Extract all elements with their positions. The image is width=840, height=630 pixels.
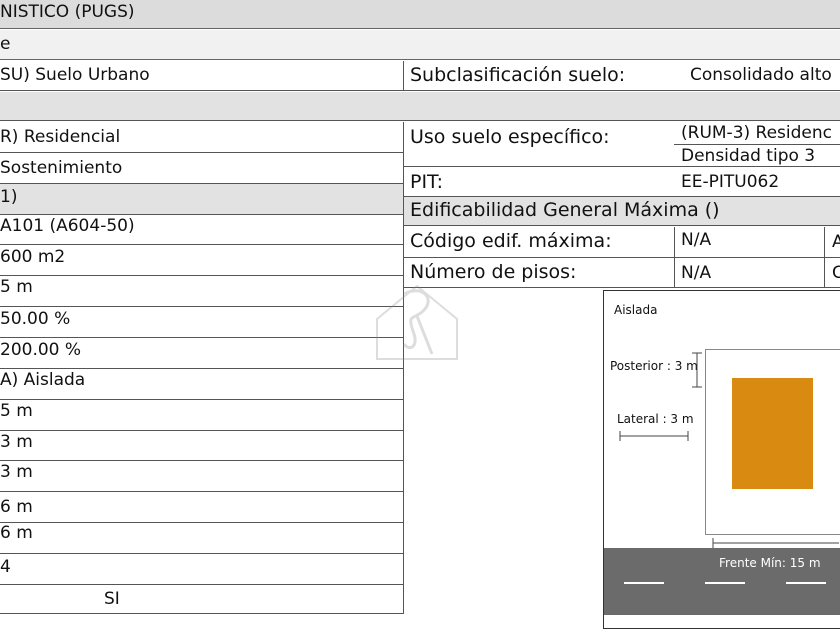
separator-band [0, 92, 840, 121]
numero-pisos-extra: C [832, 265, 840, 282]
left-row-si: SI [104, 591, 120, 608]
lateral-label: Lateral : 3 m [617, 413, 694, 425]
pit-label: PIT: [410, 173, 443, 192]
left-row-entre-bloques: 6 m [0, 499, 33, 516]
left-row-pisos: 4 [0, 559, 11, 576]
header-row-2: e [0, 30, 840, 60]
left-row-code: 1) [0, 189, 18, 206]
uso-especifico-value-2: Densidad tipo 3 [681, 148, 816, 165]
codigo-edif-label: Código edif. máxima: [410, 232, 612, 251]
left-row-cos: 50.00 % [0, 311, 71, 328]
frente-label: Frente Mín: 15 m [719, 557, 821, 569]
pit-value: EE-PITU062 [681, 174, 780, 191]
header-row-2-text: e [0, 36, 11, 53]
numero-pisos-value: N/A [681, 265, 712, 282]
header-band: NÍSTICO (PUGS) [0, 0, 840, 29]
page-title: NÍSTICO (PUGS) [0, 4, 135, 21]
left-row-retiro-lateral: 3 m [0, 434, 33, 451]
diagram-title: Aislada [614, 304, 658, 316]
left-row-sostenimiento: Sostenimiento [0, 160, 123, 177]
setback-diagram: Aislada Posterior : 3 m Lateral : 3 m Fr… [603, 290, 840, 629]
left-row-frente-min: 5 m [0, 279, 33, 296]
edificabilidad-band: Edificabilidad General Máxima () [404, 197, 840, 226]
road-strip: Frente Mín: 15 m [604, 548, 840, 615]
left-row-retiro-posterior: 3 m [0, 464, 33, 481]
watermark-logo [376, 284, 458, 360]
lateral-dimension-icon [619, 431, 689, 441]
uso-especifico-label: Uso suelo específico: [410, 128, 610, 147]
left-row-forma: A) Aislada [0, 372, 86, 389]
right-table: Uso suelo específico: (RUM-3) Residenc D… [404, 122, 840, 289]
left-row-uso: R) Residencial [0, 129, 121, 146]
left-column: R) Residencial Sostenimiento 1) A101 (A6… [0, 122, 404, 614]
row-subclasificacion: SU) Suelo Urbano Subclasificación suelo:… [0, 61, 840, 91]
subclasificacion-value: Consolidado alto [690, 67, 832, 84]
building-footprint [732, 378, 813, 489]
codigo-edif-value: N/A [681, 232, 712, 249]
codigo-edif-extra: A [832, 234, 840, 251]
edificabilidad-header: Edificabilidad General Máxima () [410, 201, 720, 220]
left-row-altura: 6 m [0, 525, 33, 542]
left-row-cus: 200.00 % [0, 342, 82, 359]
left-row-lote-min: 600 m2 [0, 249, 66, 266]
uso-especifico-value-1: (RUM-3) Residenc [681, 125, 832, 142]
posterior-label: Posterior : 3 m [610, 360, 698, 372]
left-row-retiro-frontal: 5 m [0, 403, 33, 420]
left-row-zona: A101 (A604-50) [0, 218, 135, 235]
clasificacion-value: SU) Suelo Urbano [0, 67, 150, 84]
subclasificacion-label: Subclasificación suelo: [410, 66, 626, 85]
posterior-dimension-icon [692, 352, 702, 388]
